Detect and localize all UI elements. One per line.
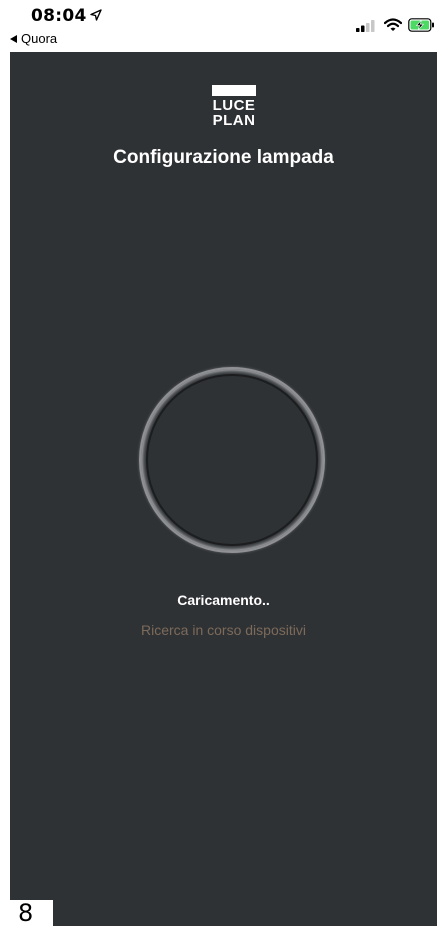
- wifi-icon: [384, 18, 402, 31]
- status-bar: 08:04 Quora: [0, 0, 445, 52]
- page-title: Configurazione lampada: [113, 147, 334, 168]
- loading-ring-icon: [136, 364, 328, 556]
- searching-devices-text: Ricerca in corso dispositivi: [141, 622, 306, 638]
- logo-line-2: PLAN: [212, 112, 256, 129]
- loading-status-text: Caricamento..: [177, 592, 270, 608]
- app-screen: LUCE PLAN Configurazione lampada Caricam…: [10, 52, 437, 926]
- battery-charging-icon: [408, 18, 434, 32]
- logo-line-1: LUCE: [212, 97, 256, 114]
- status-time: 08:04: [31, 6, 87, 26]
- location-arrow-icon: [90, 9, 102, 21]
- page-number-badge: 8: [10, 900, 53, 926]
- luceplan-logo: LUCE PLAN: [212, 85, 256, 129]
- back-triangle-icon: [10, 34, 17, 43]
- back-link-label: Quora: [21, 31, 58, 46]
- logo-bar: [212, 85, 256, 96]
- signal-icon: [356, 20, 375, 32]
- back-to-app-link[interactable]: Quora: [10, 31, 57, 46]
